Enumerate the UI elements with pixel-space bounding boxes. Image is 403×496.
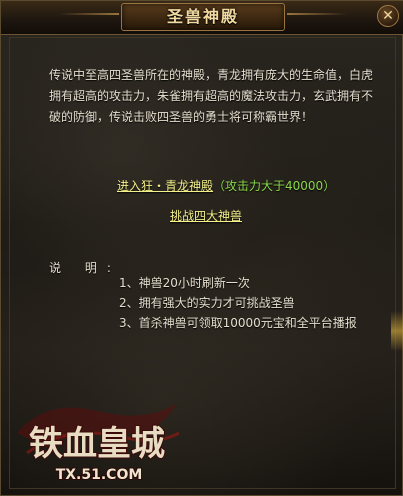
notes-label: 说 明: [49,261,121,275]
enter-row: 进入狂・青龙神殿（攻击力大于40000） [117,178,377,194]
close-button[interactable]: ✕ [377,5,399,27]
close-icon: ✕ [382,8,394,24]
note-item: 2、拥有强大的实力才可挑战圣兽 [119,296,295,310]
notes-list: 1、神兽20小时刷新一次 2、拥有强大的实力才可挑战圣兽 3、首杀神兽可领取10… [119,273,379,333]
game-logo: 铁血皇城 TX.51.COM [7,393,187,489]
attack-requirement-note: （攻击力大于40000） [213,179,336,193]
title-bar[interactable]: 圣兽神殿 [1,1,403,35]
side-ornament [391,311,403,351]
note-item: 1、神兽20小时刷新一次 [119,276,250,290]
title-ornament-left [59,13,119,15]
logo-image: 铁血皇城 TX.51.COM [17,403,180,484]
logo-name-text: 铁血皇城 [29,424,165,464]
enter-temple-link[interactable]: 进入狂・青龙神殿 [117,179,213,193]
window-title: 圣兽神殿 [166,7,239,26]
logo-url-text: TX.51.COM [56,467,143,483]
dialog-window: 圣兽神殿 ✕ 传说中至高四圣兽所在的神殿，青龙拥有庞大的生命值，白虎拥有超高的攻… [0,0,403,496]
title-ornament-right [287,13,347,15]
note-item: 3、首杀神兽可领取10000元宝和全平台播报 [119,316,357,330]
lore-text: 传说中至高四圣兽所在的神殿，青龙拥有庞大的生命值，白虎拥有超高的攻击力，朱雀拥有… [49,68,374,124]
challenge-beasts-link[interactable]: 挑战四大神兽 [170,208,242,224]
